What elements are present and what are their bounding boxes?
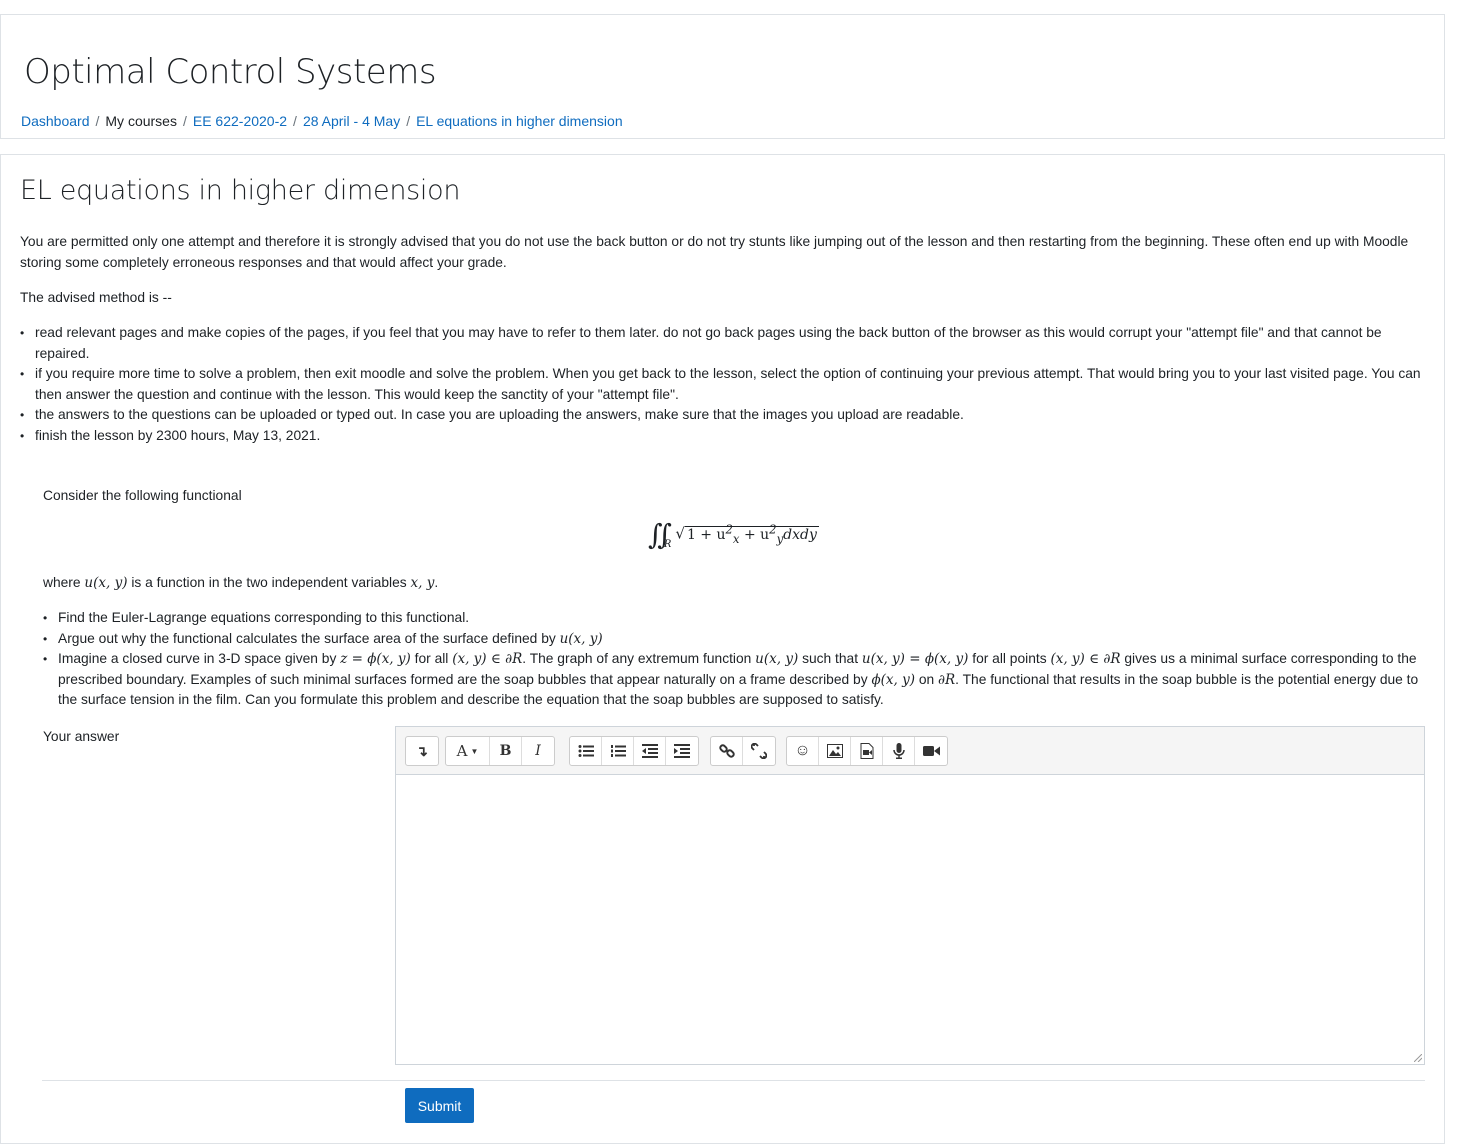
list-item: finish the lesson by 2300 hours, May 13,… [20,426,1430,447]
editor-toolbar: ↴ A ▼ B I ☺ [396,727,1424,775]
submit-button[interactable]: Submit [405,1088,474,1123]
image-icon [826,744,843,758]
breadcrumb: Dashboard / My courses / EE 622-2020-2 / 28 Ap… [21,112,623,130]
task-list: Find the Euler-Lagrange equations corres… [43,608,1433,711]
toolbar-group-lists [569,736,699,766]
advised-method: The advised method is -- [20,290,172,305]
functional-formula: ∬R√ 1 + u2x + u2ydxdy [648,518,819,551]
double-integral-symbol: ∬ [648,518,672,551]
question-intro: Consider the following functional [43,488,242,503]
numbered-list-icon [610,745,626,757]
page-header: Optimal Control Systems Dashboard / My cou… [0,14,1445,139]
breadcrumb-dashboard[interactable]: Dashboard [21,113,90,129]
unlink-button[interactable] [743,737,775,765]
toolbar-group-links [710,736,776,766]
breadcrumb-separator: / [95,113,100,129]
bullet-list-icon [578,745,594,757]
insert-image-button[interactable] [819,737,851,765]
list-item: the answers to the questions can be uplo… [20,405,1430,426]
list-item: Imagine a closed curve in 3-D space give… [43,649,1433,711]
radicand: 1 + u2x + u2ydxdy [684,521,819,546]
link-icon [718,744,735,758]
answer-label: Your answer [43,729,120,744]
ordered-list-button[interactable] [602,737,634,765]
emoji-button[interactable]: ☺ [787,737,819,765]
list-item: if you require more time to solve a prob… [20,364,1430,405]
smiley-icon: ☺ [794,742,811,759]
record-audio-button[interactable] [883,737,915,765]
microphone-icon [892,743,905,759]
indent-button[interactable] [666,737,698,765]
indent-icon [674,744,690,758]
outdent-icon [641,744,658,758]
breadcrumb-section[interactable]: 28 April - 4 May [303,113,400,129]
course-title: Optimal Control Systems [24,52,437,92]
breadcrumb-my-courses: My courses [105,113,177,129]
resize-handle-icon[interactable] [1414,1054,1422,1062]
breadcrumb-lesson[interactable]: EL equations in higher dimension [416,113,623,129]
toolbar-group-style: A ▼ B I [445,736,555,766]
insert-media-button[interactable] [851,737,883,765]
answer-text-area[interactable] [396,775,1424,1064]
answer-editor: ↴ A ▼ B I ☺ [395,726,1425,1065]
breadcrumb-separator: / [293,113,297,129]
paragraph-styles-button[interactable]: A ▼ [446,737,490,765]
breadcrumb-separator: / [406,113,411,129]
list-item: Find the Euler-Lagrange equations corres… [43,608,1433,629]
list-item: read relevant pages and make copies of t… [20,323,1430,364]
rules-list: read relevant pages and make copies of t… [20,323,1430,447]
lesson-title: EL equations in higher dimension [20,175,461,206]
form-divider [42,1080,1425,1081]
bold-button[interactable]: B [490,737,522,765]
list-item: Argue out why the functional calculates … [43,629,1433,650]
toolbar-group-toggle: ↴ [405,736,439,766]
lesson-intro: You are permitted only one attempt and t… [20,234,1409,270]
show-more-buttons[interactable]: ↴ [406,737,438,765]
media-file-icon [860,743,873,759]
italic-button[interactable]: I [522,737,554,765]
toolbar-group-media: ☺ [786,736,948,766]
variable-description: where u(x, y) is a function in the two i… [43,575,439,591]
unlink-icon [751,743,767,759]
breadcrumb-course[interactable]: EE 622-2020-2 [193,113,287,129]
breadcrumb-separator: / [182,113,187,129]
link-button[interactable] [711,737,743,765]
toggle-icon: ↴ [416,742,428,759]
caret-down-icon: ▼ [470,746,479,756]
record-video-button[interactable] [915,737,947,765]
region-label: R [663,538,672,550]
unordered-list-button[interactable] [570,737,602,765]
outdent-button[interactable] [634,737,666,765]
video-camera-icon [922,746,940,756]
